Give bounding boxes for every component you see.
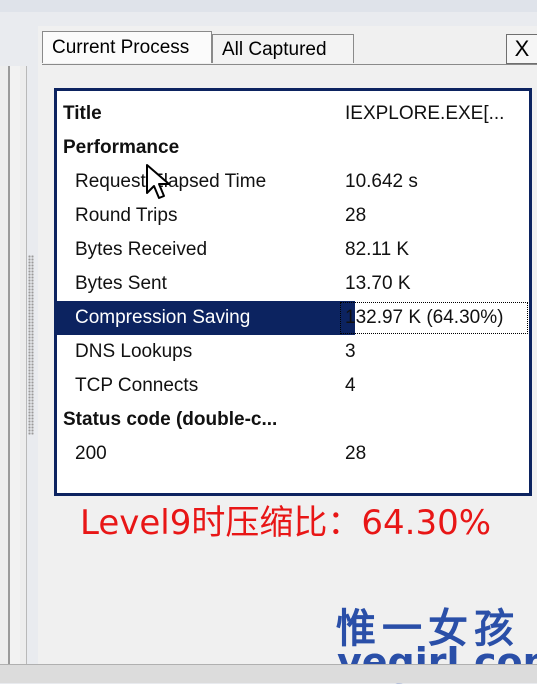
compression-ratio-annotation: Level9时压缩比：64.30%: [80, 503, 492, 543]
splitter-grip[interactable]: [28, 255, 34, 435]
close-button[interactable]: X: [506, 34, 537, 64]
left-pane-edge: [8, 66, 20, 678]
property-name: DNS Lookups: [75, 341, 193, 362]
property-value: 82.11 K: [345, 239, 410, 260]
property-value: 132.97 K (64.30%): [339, 301, 529, 335]
property-row[interactable]: Round Trips 28: [57, 199, 529, 233]
property-name: Performance: [63, 137, 180, 158]
property-value: [339, 131, 529, 165]
property-grid: Title IEXPLORE.EXE[... Performance Request …: [54, 88, 532, 496]
property-value: 4: [345, 375, 356, 396]
window-top-strip: [0, 0, 537, 12]
property-name: Request Elapsed Time: [75, 171, 267, 192]
tab-all-captured[interactable]: All Captured: [212, 34, 354, 63]
property-name: Compression Saving: [57, 301, 355, 335]
property-value: 13.70 K: [345, 273, 411, 294]
property-value: 28: [345, 443, 367, 464]
property-value: 28: [345, 205, 367, 226]
property-row[interactable]: Compression Saving 132.97 K (64.30%): [57, 301, 529, 335]
property-row[interactable]: 200 28: [57, 437, 529, 471]
property-name: 200: [75, 443, 107, 464]
property-value: IEXPLORE.EXE[...: [345, 103, 505, 124]
mouse-cursor-icon: [146, 164, 170, 199]
property-name: Round Trips: [75, 205, 178, 226]
property-row[interactable]: TCP Connects 4: [57, 369, 529, 403]
left-pane: [0, 66, 27, 678]
property-value: [339, 403, 529, 437]
property-row[interactable]: Bytes Received 82.11 K: [57, 233, 529, 267]
property-row[interactable]: Request Elapsed Time 10.642 s: [57, 165, 529, 199]
property-value: 3: [345, 341, 356, 362]
details-panel: Current Process All Captured X Title IEXP…: [38, 26, 537, 678]
property-row[interactable]: DNS Lookups 3: [57, 335, 529, 369]
property-name: Bytes Sent: [75, 273, 167, 294]
property-name: Title: [63, 103, 102, 124]
property-name: Bytes Received: [75, 239, 208, 260]
property-row[interactable]: Bytes Sent 13.70 K: [57, 267, 529, 301]
property-value: 10.642 s: [345, 171, 418, 192]
tab-body-divider: [42, 64, 537, 65]
group-header-row[interactable]: Status code (double-c...: [57, 403, 529, 437]
tab-current-process[interactable]: Current Process: [42, 31, 212, 63]
group-header-row[interactable]: Performance: [57, 131, 529, 165]
property-name: TCP Connects: [75, 375, 199, 396]
group-header-row[interactable]: Title IEXPLORE.EXE[...: [57, 97, 529, 131]
bottom-bar: [0, 664, 537, 683]
property-name: Status code (double-c...: [63, 409, 278, 430]
